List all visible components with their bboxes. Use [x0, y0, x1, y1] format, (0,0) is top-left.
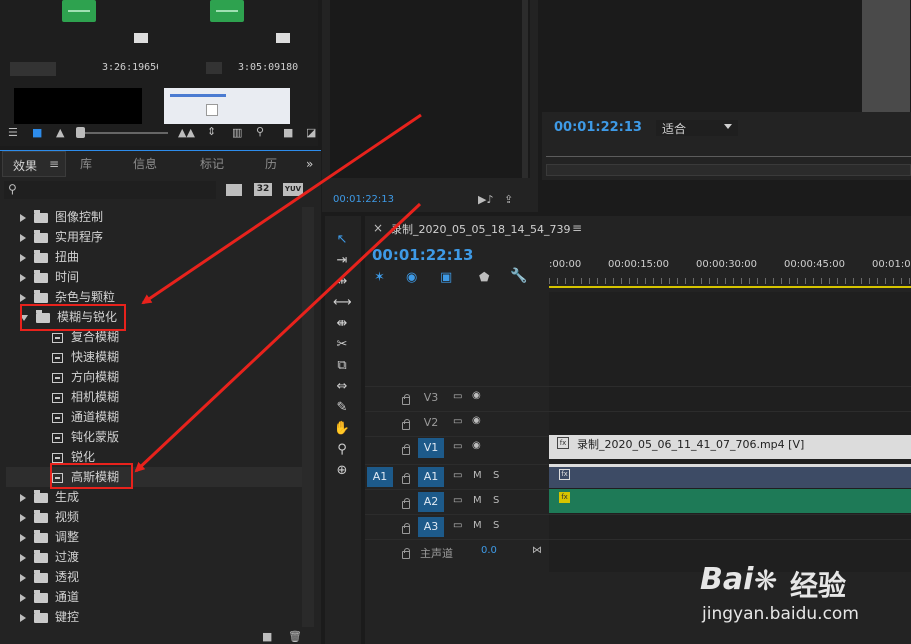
annotation-arrow-2: [134, 202, 422, 473]
baidu-brand: Bai: [700, 562, 754, 597]
baidu-url: jingyan.baidu.com: [702, 604, 859, 624]
paw-icon: ❋: [754, 564, 778, 597]
annotation-arrow-1: [141, 113, 422, 305]
annotation-arrows: [134, 113, 422, 473]
baidu-watermark: Bai ❋ 经验 jingyan.baidu.com: [700, 560, 900, 640]
baidu-brand-2: 经验: [790, 569, 847, 602]
